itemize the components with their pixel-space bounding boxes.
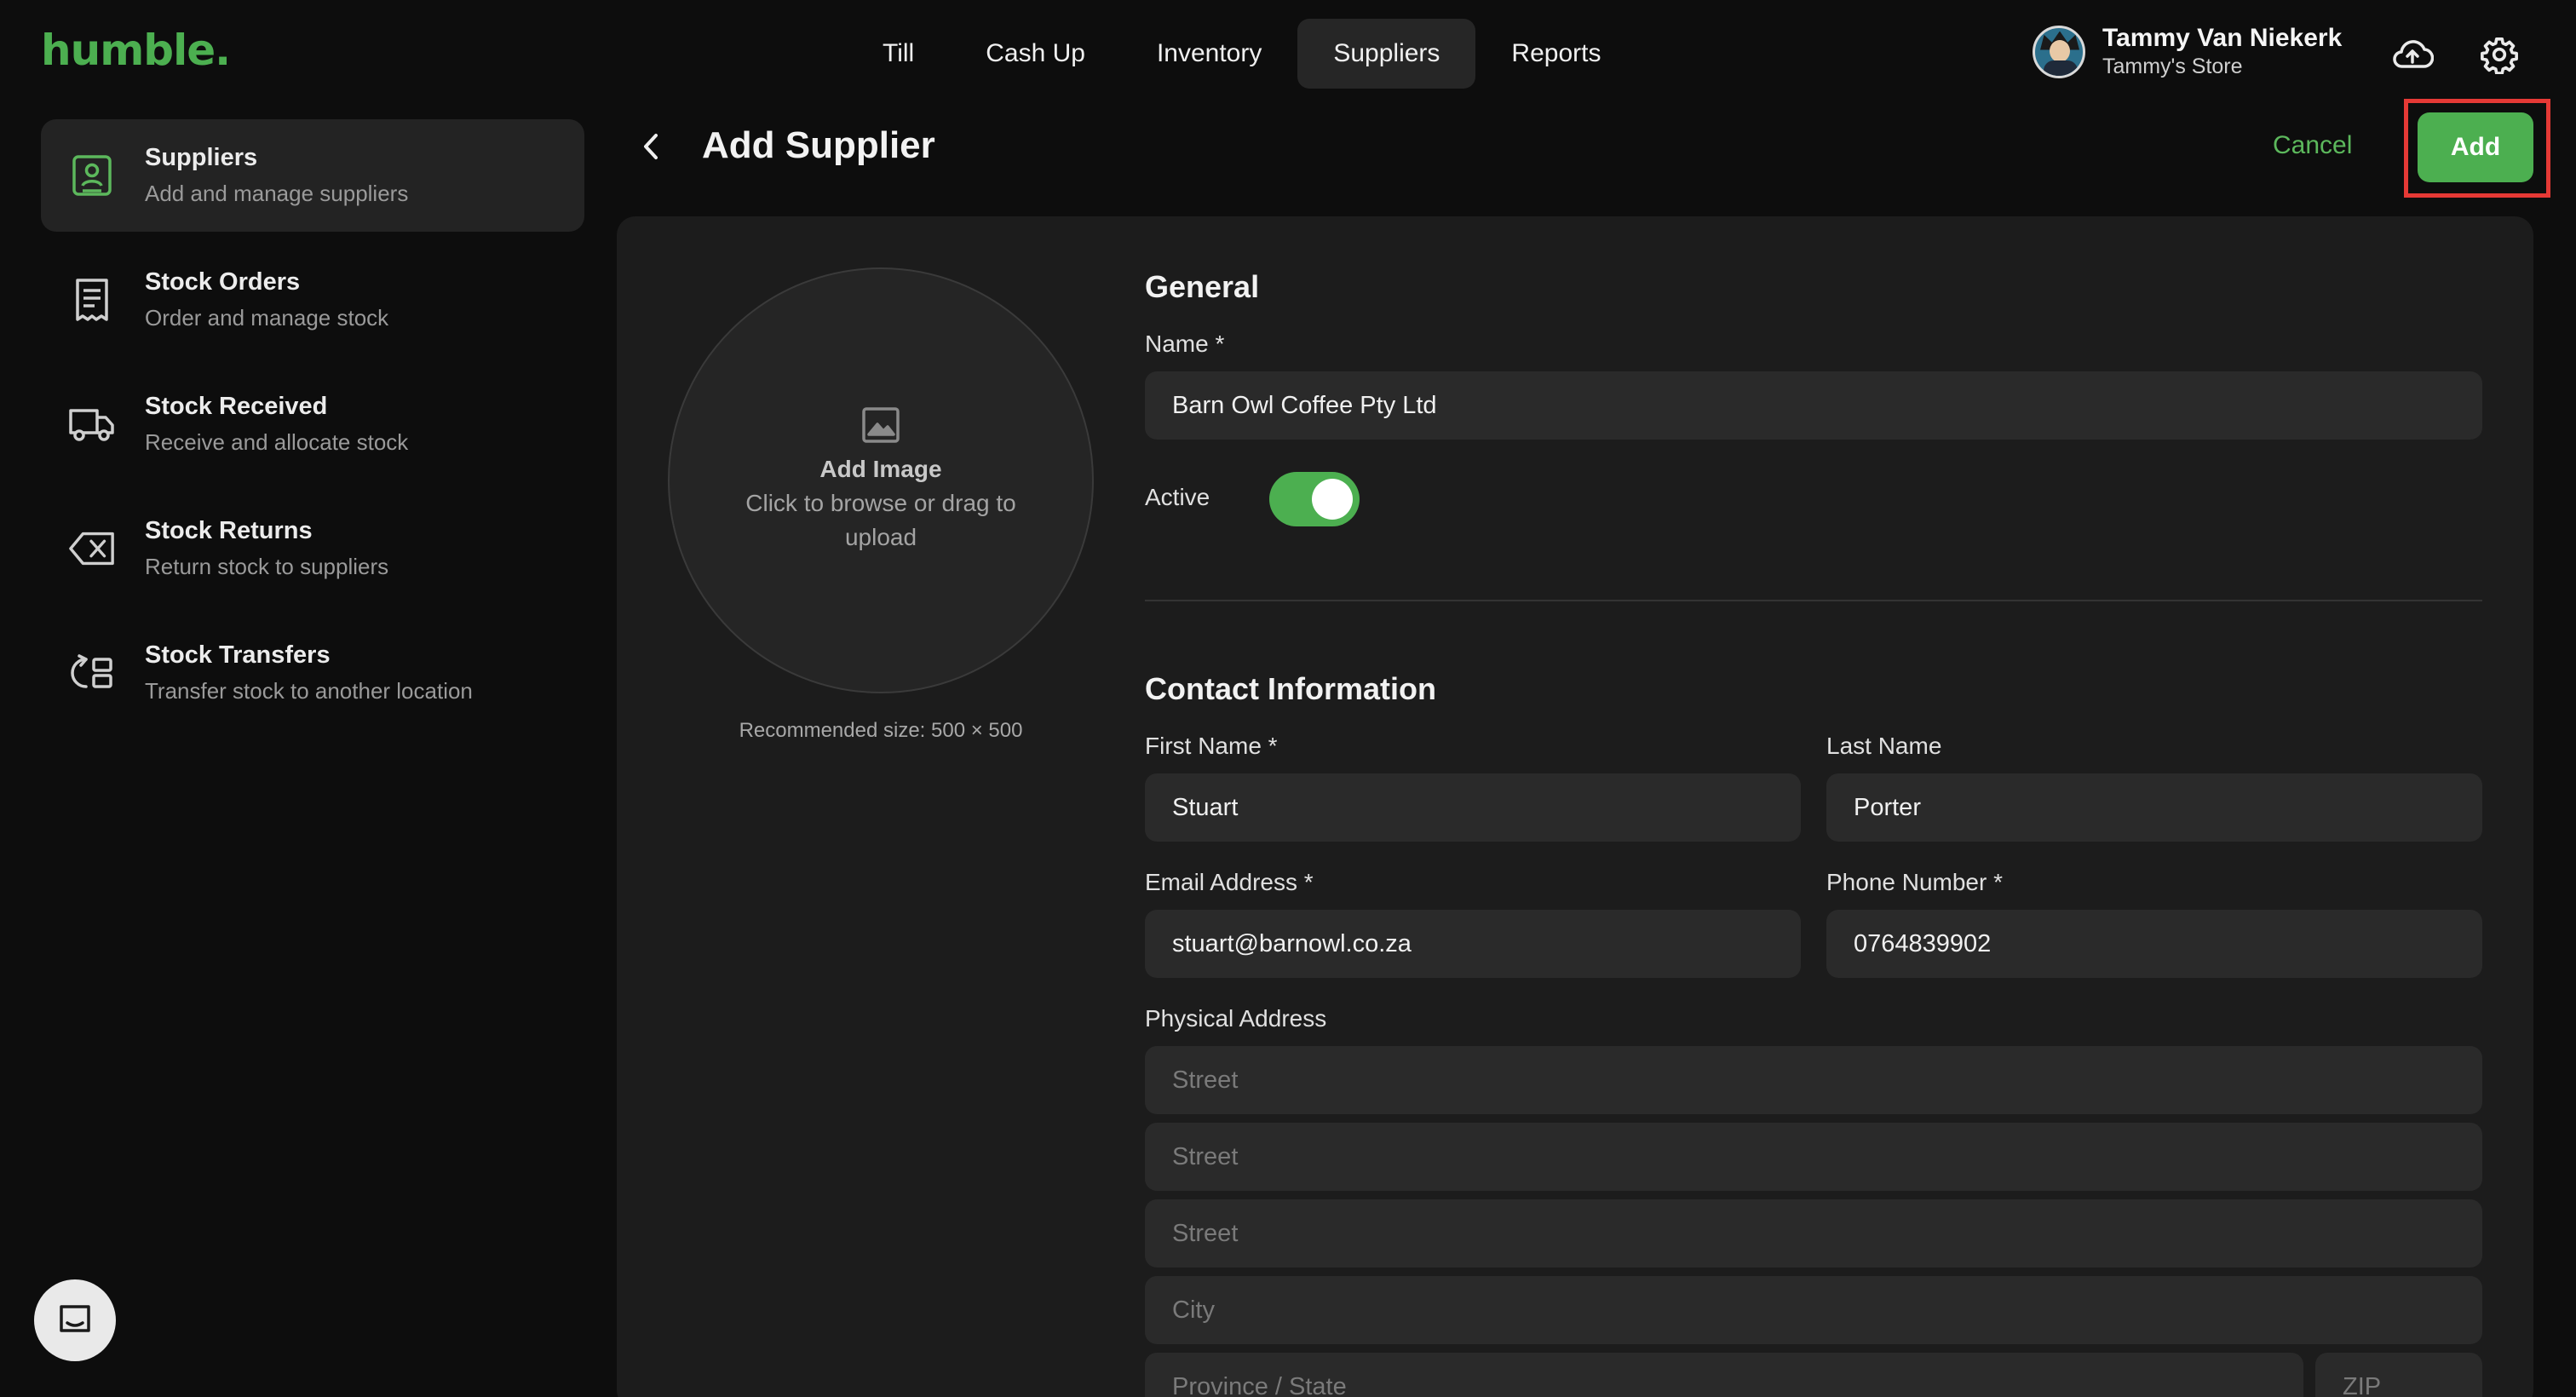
- last-name-label: Last Name: [1826, 733, 1942, 759]
- gear-icon[interactable]: [2475, 31, 2523, 78]
- supplier-icon: [68, 152, 116, 199]
- back-button[interactable]: [630, 126, 671, 167]
- sidebar: Suppliers Add and manage suppliers Stock…: [41, 119, 584, 741]
- cancel-button[interactable]: Cancel: [2273, 131, 2352, 160]
- last-name-input[interactable]: [1826, 773, 2482, 842]
- province-input[interactable]: [1145, 1353, 2303, 1397]
- name-label: Name *: [1145, 331, 1225, 357]
- transfer-icon: [68, 649, 116, 697]
- section-general-title: General: [1145, 269, 1260, 304]
- sidebar-item-subtitle: Add and manage suppliers: [145, 181, 409, 206]
- supplier-form-panel: Add Image Click to browse or drag to upl…: [617, 216, 2533, 1397]
- recommended-size: Recommended size: 500 × 500: [739, 719, 1023, 742]
- chat-button[interactable]: [34, 1279, 116, 1361]
- sidebar-item-stock-returns[interactable]: Stock Returns Return stock to suppliers: [41, 492, 584, 605]
- street-input-3[interactable]: [1145, 1199, 2482, 1268]
- image-upload-title: Add Image: [819, 456, 942, 482]
- main-nav: Till Cash Up Inventory Suppliers Reports: [847, 19, 1636, 89]
- receipt-icon: [68, 276, 116, 324]
- sidebar-item-title: Stock Returns: [145, 517, 313, 544]
- email-label: Email Address *: [1145, 869, 1314, 895]
- chevron-left-icon: [644, 134, 658, 159]
- sidebar-item-stock-transfers[interactable]: Stock Transfers Transfer stock to anothe…: [41, 617, 584, 729]
- nav-reports[interactable]: Reports: [1475, 19, 1636, 89]
- active-toggle[interactable]: [1269, 472, 1360, 526]
- section-divider: [1145, 600, 2482, 601]
- phone-input[interactable]: [1826, 910, 2482, 978]
- sidebar-item-subtitle: Order and manage stock: [145, 305, 389, 331]
- name-input[interactable]: [1145, 371, 2482, 440]
- chat-icon: [60, 1305, 90, 1332]
- truck-icon: [68, 400, 116, 448]
- sidebar-item-suppliers[interactable]: Suppliers Add and manage suppliers: [41, 119, 584, 232]
- image-upload-subtitle: Click to browse or drag to upload: [745, 490, 1016, 550]
- physical-address-label: Physical Address: [1145, 1005, 1327, 1032]
- image-upload-dropzone[interactable]: Add Image Click to browse or drag to upl…: [668, 267, 1094, 693]
- top-bar: humble. Till Cash Up Inventory Suppliers…: [0, 0, 2576, 109]
- nav-inventory[interactable]: Inventory: [1121, 19, 1297, 89]
- page-title: Add Supplier: [702, 124, 935, 166]
- user-info: Tammy Van Niekerk Tammy's Store: [2102, 24, 2342, 79]
- street-input-2[interactable]: [1145, 1123, 2482, 1191]
- email-input[interactable]: [1145, 910, 1801, 978]
- sidebar-item-stock-orders[interactable]: Stock Orders Order and manage stock: [41, 244, 584, 356]
- sidebar-item-subtitle: Receive and allocate stock: [145, 429, 409, 455]
- sidebar-item-title: Suppliers: [145, 144, 258, 171]
- nav-suppliers[interactable]: Suppliers: [1297, 19, 1476, 89]
- first-name-input[interactable]: [1145, 773, 1801, 842]
- add-button[interactable]: Add: [2418, 112, 2533, 182]
- return-icon: [68, 525, 116, 572]
- first-name-label: First Name *: [1145, 733, 1278, 759]
- toggle-knob: [1312, 479, 1353, 520]
- avatar: [2033, 25, 2085, 78]
- city-input[interactable]: [1145, 1276, 2482, 1344]
- active-label: Active: [1145, 484, 1210, 510]
- sidebar-item-title: Stock Received: [145, 393, 328, 420]
- nav-till[interactable]: Till: [847, 19, 950, 89]
- user-menu[interactable]: Tammy Van Niekerk Tammy's Store: [2033, 24, 2342, 79]
- zip-input[interactable]: [2315, 1353, 2482, 1397]
- street-input-1[interactable]: [1145, 1046, 2482, 1114]
- section-contact-title: Contact Information: [1145, 671, 1436, 706]
- user-name: Tammy Van Niekerk: [2102, 24, 2343, 52]
- sidebar-item-subtitle: Return stock to suppliers: [145, 554, 389, 579]
- cloud-upload-icon[interactable]: [2389, 31, 2436, 78]
- sidebar-item-title: Stock Transfers: [145, 641, 331, 669]
- user-store: Tammy's Store: [2102, 55, 2243, 78]
- phone-label: Phone Number *: [1826, 869, 2004, 895]
- sidebar-item-stock-received[interactable]: Stock Received Receive and allocate stoc…: [41, 368, 584, 480]
- sidebar-item-title: Stock Orders: [145, 268, 301, 296]
- image-icon: [862, 407, 900, 443]
- humble-logo[interactable]: humble.: [41, 26, 231, 75]
- nav-cash-up[interactable]: Cash Up: [950, 19, 1121, 89]
- sidebar-item-subtitle: Transfer stock to another location: [145, 678, 473, 704]
